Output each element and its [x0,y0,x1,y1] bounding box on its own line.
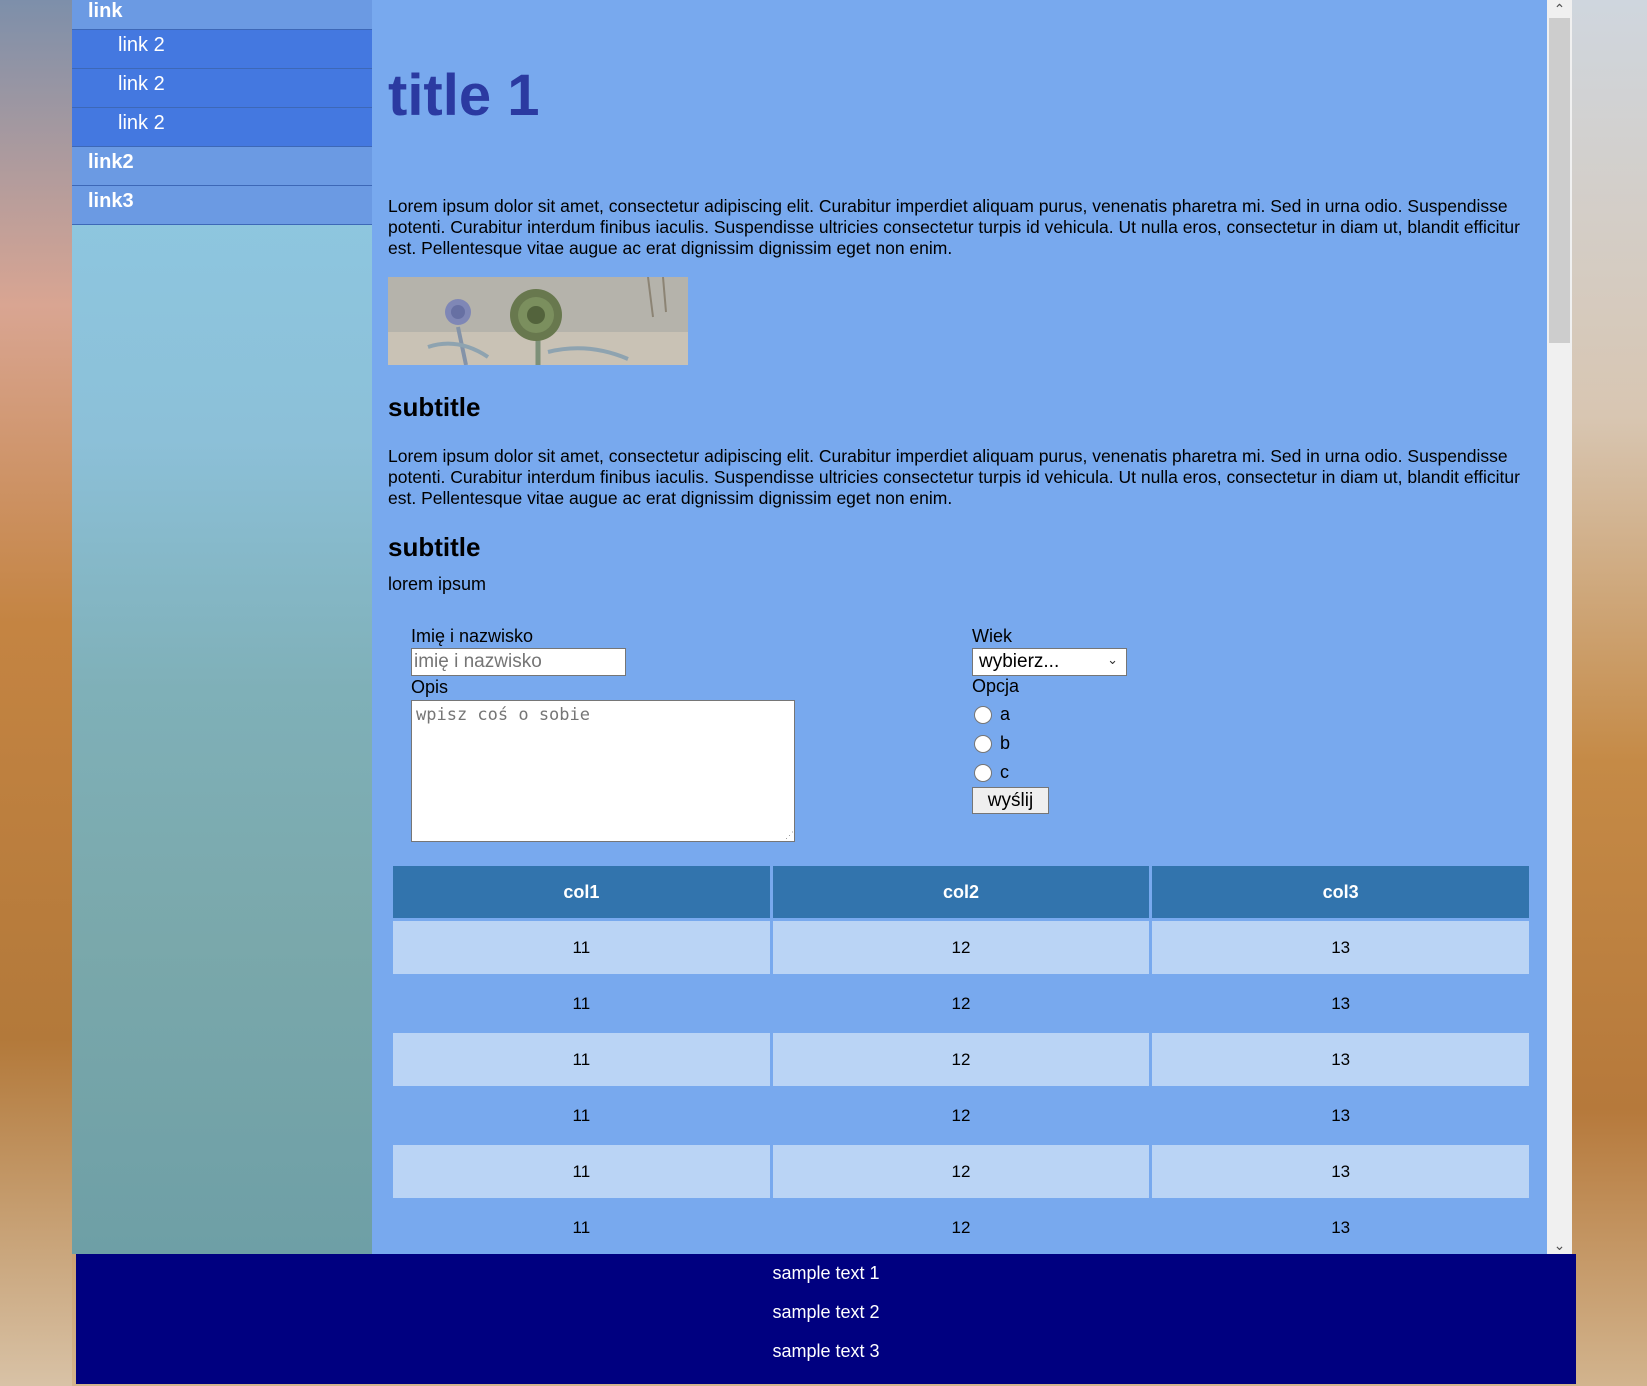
table-cell: 13 [1152,977,1529,1030]
description-label: Opis [411,677,449,697]
table-header-row: col1 col2 col3 [393,866,1529,918]
radio-label: b [1000,733,1011,753]
table-row: 11 12 13 [393,977,1529,1030]
table-cell: 11 [393,1201,770,1254]
sidebar-subitem-link-2[interactable]: link 2 [72,108,372,147]
radio-label: c [1000,762,1009,782]
table-cell: 11 [393,977,770,1030]
table-row: 11 12 13 [393,1145,1529,1198]
sidebar-item-link3[interactable]: link3 [72,186,372,225]
intro-paragraph: Lorem ipsum dolor sit amet, consectetur … [388,196,1520,258]
submit-button[interactable]: wyślij [972,787,1049,814]
scroll-up-arrow-icon[interactable]: ⌃ [1547,0,1572,18]
table-cell: 12 [772,1201,1150,1254]
page-title: title 1 [388,63,540,128]
radio-option-b[interactable]: b [974,733,1010,754]
scrollbar-thumb[interactable] [1549,18,1570,343]
radio-option-c[interactable]: c [974,762,1009,783]
section-paragraph: Lorem ipsum dolor sit amet, consectetur … [388,446,1520,508]
table-cell: 11 [393,1033,770,1086]
table-cell: 13 [1152,1089,1529,1142]
footer-text: sample text 1 [772,1263,880,1283]
section-subtitle: subtitle [388,392,481,422]
background-photo-left [0,0,72,1386]
age-select-value: wybierz... [979,651,1060,672]
radio-button[interactable] [974,764,992,783]
footer-text: sample text 2 [772,1302,880,1322]
table-header-cell: col2 [772,866,1150,918]
footer-text: sample text 3 [772,1341,880,1361]
radio-option-a[interactable]: a [974,704,1010,725]
radio-button[interactable] [974,706,992,725]
description-textarea[interactable] [411,700,795,842]
resize-grip-icon[interactable]: ⋰ [785,831,794,840]
section-subtitle: subtitle [388,532,481,562]
table-row: 11 12 13 [393,1033,1529,1086]
sidebar-subitem-link-2[interactable]: link 2 [72,69,372,108]
table-cell: 12 [772,921,1150,974]
sidebar: link link 2 link 2 link 2 link2 link3 [72,0,376,1254]
lorem-text: lorem ipsum [388,574,487,594]
table-cell: 12 [772,1145,1150,1198]
table-header-cell: col3 [1152,866,1529,918]
radio-button[interactable] [974,735,992,754]
chevron-down-icon: ⌄ [1107,652,1118,667]
background-photo-right [1572,0,1647,1386]
scroll-down-arrow-icon[interactable]: ⌄ [1547,1236,1572,1254]
sidebar-subitem-link-2[interactable]: link 2 [72,30,372,69]
footer: sample text 1 sample text 2 sample text … [76,1254,1576,1384]
table-cell: 11 [393,1145,770,1198]
table-header-cell: col1 [393,866,770,918]
data-table: col1 col2 col3 11 12 13 11 12 13 11 12 1… [390,863,1532,1254]
name-label: Imię i nazwisko [411,626,534,646]
table-cell: 12 [772,1033,1150,1086]
table-cell: 11 [393,1089,770,1142]
sidebar-item-link2[interactable]: link2 [72,147,372,186]
vertical-scrollbar[interactable]: ⌃ ⌄ [1547,0,1572,1254]
table-cell: 13 [1152,1201,1529,1254]
table-row: 11 12 13 [393,1201,1529,1254]
name-input[interactable] [411,648,626,676]
option-label: Opcja [972,676,1020,696]
age-select[interactable]: wybierz... ⌄ [972,648,1127,676]
table-cell: 12 [772,977,1150,1030]
table-cell: 11 [393,921,770,974]
table-cell: 13 [1152,1145,1529,1198]
sidebar-item-link[interactable]: link [72,0,372,30]
table-cell: 12 [772,1089,1150,1142]
table-cell: 13 [1152,921,1529,974]
table-cell: 13 [1152,1033,1529,1086]
radio-label: a [1000,704,1011,724]
age-label: Wiek [972,626,1012,646]
table-row: 11 12 13 [393,1089,1529,1142]
main-content: title 1 Lorem ipsum dolor sit amet, cons… [372,0,1547,1254]
thistle-photo [388,277,688,365]
table-row: 11 12 13 [393,921,1529,974]
